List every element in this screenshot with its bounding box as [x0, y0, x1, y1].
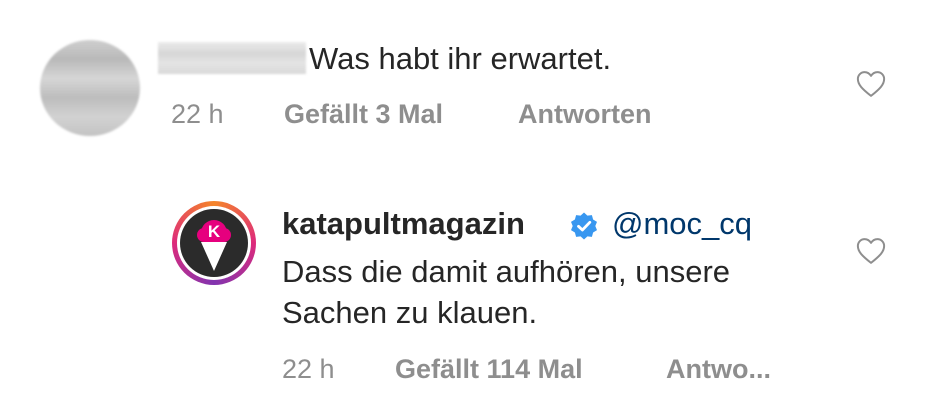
reply-button[interactable]: Antworten — [518, 98, 651, 130]
mention-link[interactable]: @moc_cq — [612, 205, 752, 243]
verified-badge-icon — [569, 211, 599, 241]
avatar-letter: K — [207, 222, 221, 241]
comment-author[interactable]: katapultmagazin — [282, 205, 525, 243]
heart-outline-icon[interactable] — [856, 237, 886, 265]
comment-timestamp: 22 h — [171, 99, 224, 129]
comment-text: Was habt ihr erwartet. — [309, 41, 612, 76]
comment-timestamp: 22 h — [282, 354, 335, 384]
comment-text-line: Sachen zu klauen. — [282, 295, 538, 330]
likes-count-link[interactable]: Gefällt 3 Mal — [284, 98, 443, 130]
heart-outline-icon[interactable] — [856, 70, 886, 98]
avatar-katapultmagazin[interactable]: K — [172, 201, 256, 285]
likes-count-link[interactable]: Gefällt 114 Mal — [395, 353, 583, 385]
comment-text-line: Dass die damit aufhören, unsere — [282, 254, 731, 289]
username-blurred[interactable] — [158, 42, 306, 74]
avatar-blurred[interactable] — [40, 40, 140, 136]
ice-cream-logo-icon — [197, 220, 231, 271]
reply-button[interactable]: Antwo... — [666, 353, 771, 385]
